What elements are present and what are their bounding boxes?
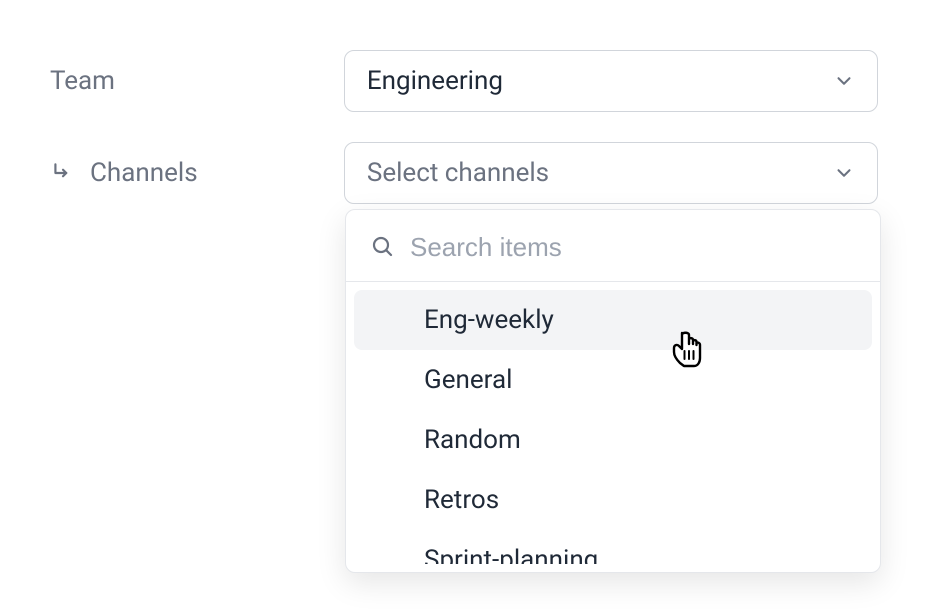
- chevron-down-icon: [833, 162, 855, 184]
- chevron-down-icon: [833, 70, 855, 92]
- dropdown-option[interactable]: Sprint-planning: [354, 530, 872, 564]
- dropdown-search-row: [346, 210, 880, 282]
- channels-select[interactable]: Select channels: [344, 142, 878, 204]
- dropdown-search-input[interactable]: [410, 232, 856, 263]
- dropdown-option[interactable]: Retros: [354, 470, 872, 530]
- dropdown-option[interactable]: Random: [354, 410, 872, 470]
- team-label: Team: [50, 66, 115, 96]
- dropdown-option[interactable]: Eng-weekly: [354, 290, 872, 350]
- channels-select-placeholder: Select channels: [367, 158, 549, 188]
- search-icon: [370, 234, 394, 262]
- channels-label: Channels: [90, 158, 198, 188]
- team-select[interactable]: Engineering: [344, 50, 878, 112]
- team-select-value: Engineering: [367, 66, 503, 96]
- channels-row: Channels Select channels: [50, 142, 878, 204]
- channels-dropdown-panel: Eng-weekly General Random Retros Sprint-…: [345, 209, 881, 573]
- team-label-col: Team: [50, 66, 344, 96]
- team-row: Team Engineering: [50, 50, 878, 112]
- indent-arrow-icon: [50, 160, 76, 186]
- dropdown-options-list: Eng-weekly General Random Retros Sprint-…: [346, 282, 880, 572]
- channels-label-col: Channels: [50, 158, 344, 188]
- dropdown-option[interactable]: General: [354, 350, 872, 410]
